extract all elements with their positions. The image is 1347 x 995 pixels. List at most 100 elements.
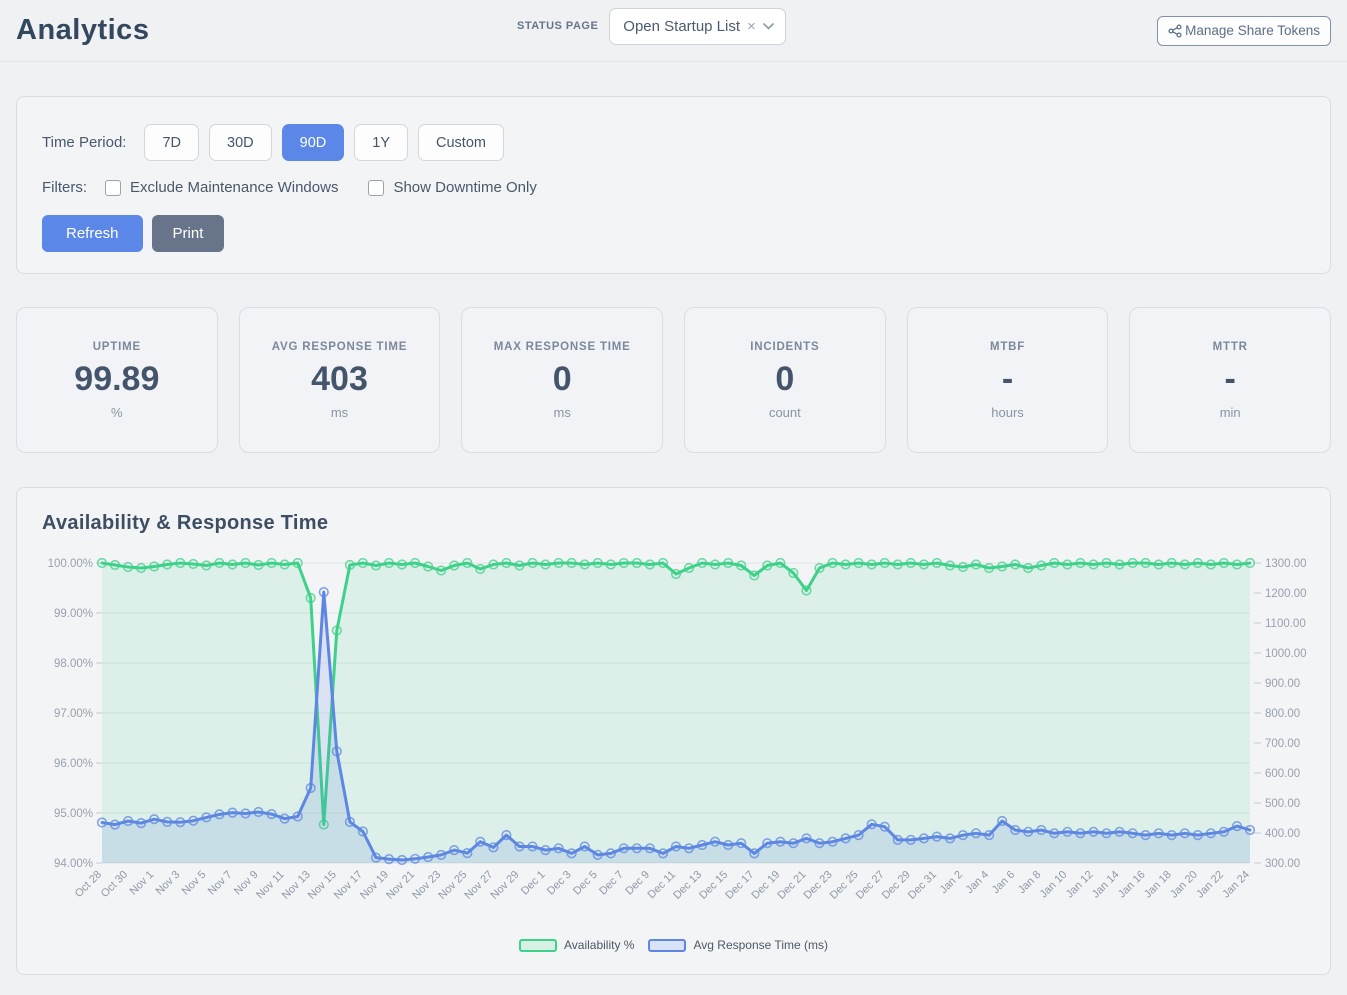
svg-text:Nov 29: Nov 29	[488, 869, 521, 902]
svg-text:Dec 27: Dec 27	[854, 869, 887, 902]
svg-text:400.00: 400.00	[1265, 828, 1300, 840]
svg-text:Dec 15: Dec 15	[697, 869, 730, 902]
svg-text:Jan 14: Jan 14	[1090, 869, 1122, 901]
svg-text:Oct 30: Oct 30	[99, 869, 130, 900]
svg-text:Nov 15: Nov 15	[306, 869, 339, 902]
stat-unit: hours	[991, 405, 1024, 420]
stat-label: MTBF	[990, 341, 1025, 353]
actions-row: Refresh Print	[42, 215, 1305, 252]
svg-text:Nov 27: Nov 27	[462, 869, 495, 902]
filters-label: Filters:	[42, 179, 87, 196]
stat-label: INCIDENTS	[750, 341, 819, 353]
chart-panel: Availability & Response Time 100.00% 99.0…	[16, 487, 1331, 975]
checkbox-label: Exclude Maintenance Windows	[130, 179, 338, 196]
stat-unit: count	[769, 405, 801, 420]
svg-text:Nov 7: Nov 7	[206, 869, 235, 898]
filter-panel: Time Period: 7D 30D 90D1Y Custom Filters: E…	[16, 96, 1331, 274]
svg-text:Dec 7: Dec 7	[597, 869, 626, 898]
svg-text:Jan 6: Jan 6	[990, 869, 1018, 897]
print-button[interactable]: Print	[152, 215, 225, 252]
stat-value: -	[1225, 362, 1236, 396]
chart-legend: Availability % Avg Response Time (ms)	[17, 938, 1330, 952]
time-period-1y-button[interactable]: 1Y	[354, 124, 408, 161]
checkbox[interactable]	[368, 180, 384, 196]
svg-text:Nov 13: Nov 13	[280, 869, 313, 902]
svg-text:Jan 24: Jan 24	[1220, 869, 1252, 901]
right-axis: 1300.001200.001100.001000.00900.00800.00…	[1254, 558, 1307, 870]
svg-text:1000.00: 1000.00	[1265, 648, 1307, 660]
svg-text:Dec 3: Dec 3	[545, 869, 574, 898]
time-period-custom-button[interactable]: Custom	[418, 124, 504, 161]
stat-unit: %	[111, 405, 123, 420]
share-icon	[1168, 24, 1182, 38]
manage-share-tokens-label: Manage Share Tokens	[1185, 23, 1320, 38]
svg-text:97.00%: 97.00%	[54, 708, 93, 720]
checkbox[interactable]	[105, 180, 121, 196]
x-axis: Oct 28Oct 30Nov 1Nov 3Nov 5Nov 7Nov 9Nov…	[73, 869, 1252, 902]
svg-text:600.00: 600.00	[1265, 768, 1300, 780]
clear-icon[interactable]: ×	[747, 19, 756, 34]
svg-text:Nov 3: Nov 3	[154, 869, 183, 898]
chart-title: Availability & Response Time	[17, 512, 1330, 535]
legend-item[interactable]: Availability %	[519, 938, 634, 952]
stats-row: UPTIME99.89%AVG RESPONSE TIME403msMAX RE…	[16, 307, 1331, 453]
stat-card: MAX RESPONSE TIME0ms	[461, 307, 663, 453]
stat-value: 0	[775, 362, 794, 396]
svg-text:800.00: 800.00	[1265, 708, 1300, 720]
chevron-down-icon[interactable]	[763, 23, 774, 30]
filter-checkboxes: Exclude Maintenance Windows Show Downtime…	[105, 179, 567, 196]
svg-text:96.00%: 96.00%	[54, 758, 93, 770]
svg-text:Jan 4: Jan 4	[964, 869, 992, 897]
stat-card: INCIDENTS 0 count	[684, 307, 886, 453]
svg-text:1100.00: 1100.00	[1265, 618, 1306, 630]
app-header: Analytics STATUS PAGE Open Startup List …	[0, 0, 1347, 62]
stat-value: 403	[311, 362, 368, 396]
svg-text:Dec 31: Dec 31	[906, 869, 939, 902]
svg-text:Dec 23: Dec 23	[802, 869, 835, 902]
stat-value: -	[1002, 362, 1013, 396]
manage-share-tokens-button[interactable]: Manage Share Tokens	[1157, 16, 1331, 46]
svg-text:1300.00: 1300.00	[1265, 558, 1307, 570]
legend-item[interactable]: Avg Response Time (ms)	[648, 938, 828, 952]
time-period-buttons: 7D 30D 90D1Y Custom	[144, 124, 503, 161]
time-period-row: Time Period: 7D 30D 90D1Y Custom	[42, 124, 1305, 161]
stat-value: 0	[553, 362, 572, 396]
legend-swatch	[648, 939, 686, 952]
refresh-button[interactable]: Refresh	[42, 215, 143, 252]
filter-checkbox-item: Exclude Maintenance Windows	[105, 179, 338, 196]
svg-text:Nov 1: Nov 1	[127, 869, 156, 898]
svg-text:300.00: 300.00	[1265, 858, 1300, 870]
svg-text:Jan 10: Jan 10	[1038, 869, 1070, 901]
stat-label: UPTIME	[93, 341, 141, 353]
svg-text:Nov 23: Nov 23	[410, 869, 443, 902]
svg-text:500.00: 500.00	[1265, 798, 1300, 810]
time-period-7d-button[interactable]: 7D	[144, 124, 199, 161]
svg-text:Oct 28: Oct 28	[73, 869, 104, 900]
status-page-select[interactable]: Open Startup List ×	[609, 8, 786, 45]
availability-response-chart: 100.00%99.00%98.00%97.00%96.00%95.00%94.…	[17, 543, 1330, 931]
left-axis: 100.00%99.00%98.00%97.00%96.00%95.00%94.…	[48, 558, 102, 870]
time-period-90d-button[interactable]: 90D	[282, 124, 345, 161]
svg-text:Dec 17: Dec 17	[723, 869, 756, 902]
filter-checkbox-item: Show Downtime Only	[368, 179, 536, 196]
svg-text:Dec 19: Dec 19	[749, 869, 782, 902]
svg-text:Nov 21: Nov 21	[384, 869, 417, 902]
svg-text:Dec 5: Dec 5	[571, 869, 600, 898]
svg-text:700.00: 700.00	[1265, 738, 1300, 750]
legend-label: Availability %	[564, 938, 634, 952]
svg-text:99.00%: 99.00%	[54, 608, 93, 620]
svg-text:Nov 5: Nov 5	[180, 869, 209, 898]
stat-label: MTTR	[1213, 341, 1248, 353]
page-title: Analytics	[16, 14, 149, 47]
checkbox-label: Show Downtime Only	[393, 179, 536, 196]
time-period-30d-button[interactable]: 30D	[209, 124, 272, 161]
svg-text:Jan 20: Jan 20	[1168, 869, 1200, 901]
status-page-value: Open Startup List	[623, 18, 740, 35]
svg-text:Jan 22: Jan 22	[1194, 869, 1226, 901]
svg-text:Dec 1: Dec 1	[519, 869, 548, 898]
svg-text:Dec 25: Dec 25	[828, 869, 861, 902]
time-period-label: Time Period:	[42, 134, 126, 151]
legend-swatch	[519, 939, 557, 952]
svg-text:98.00%: 98.00%	[54, 658, 93, 670]
svg-text:100.00%: 100.00%	[48, 558, 93, 570]
